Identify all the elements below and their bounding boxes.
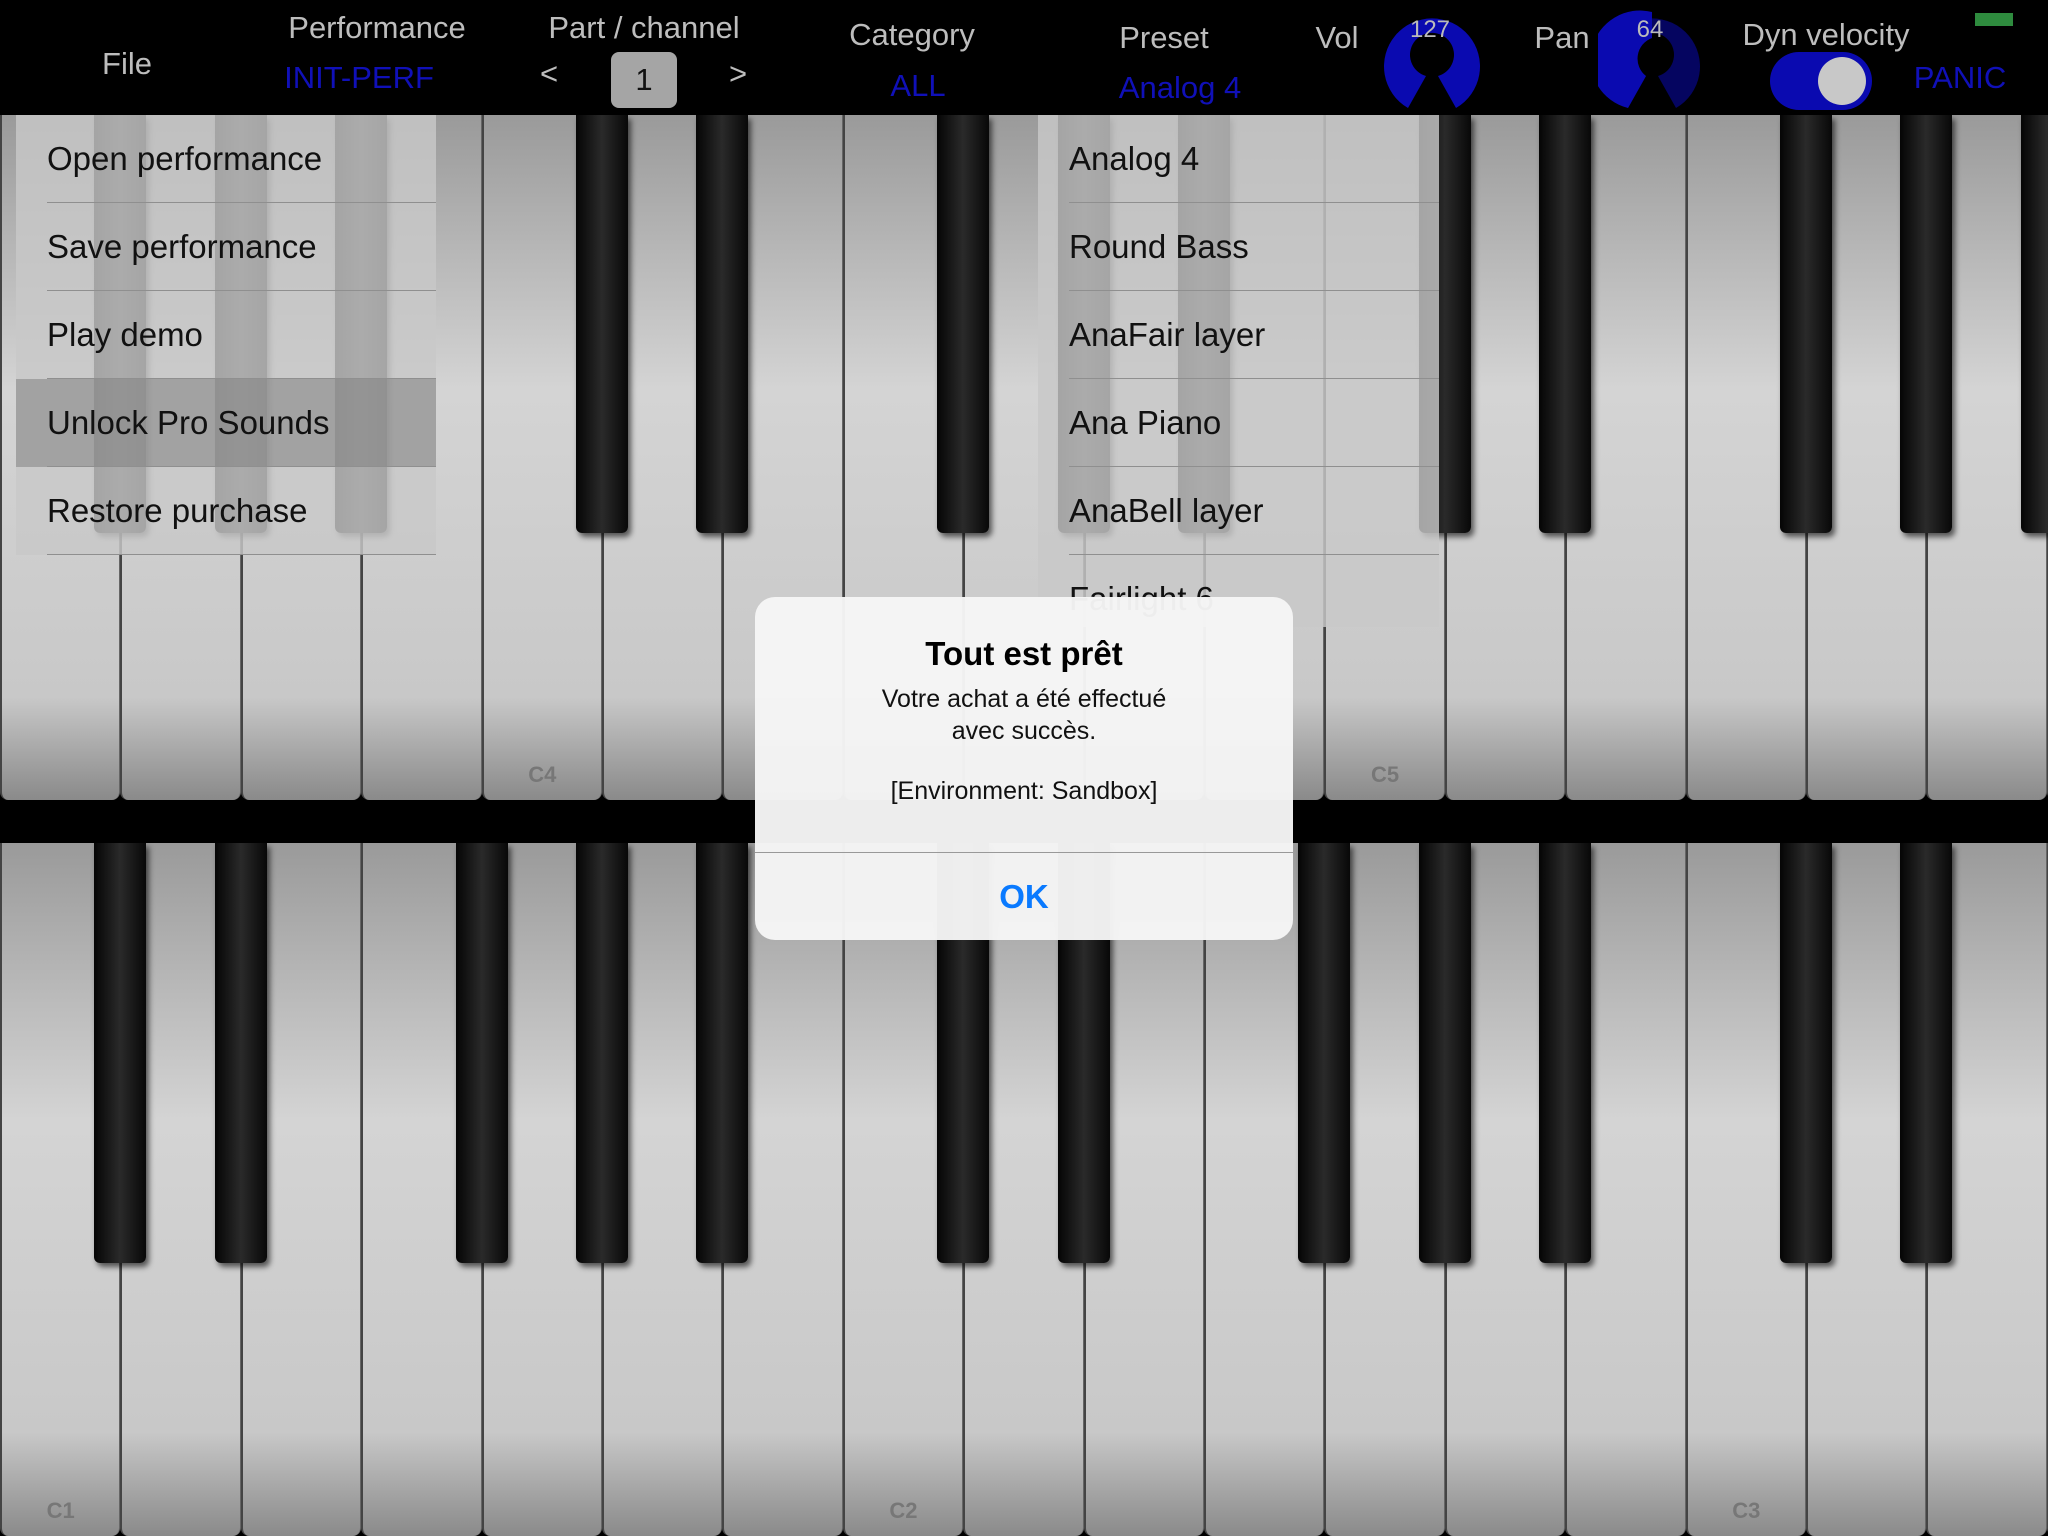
- dyn-velocity-toggle[interactable]: [1770, 52, 1872, 110]
- toggle-knob: [1818, 57, 1866, 105]
- preset-label: Preset: [1119, 20, 1209, 55]
- preset-item[interactable]: Ana Piano: [1038, 379, 1439, 467]
- menu-item-open-performance[interactable]: Open performance: [16, 115, 436, 203]
- menu-item-save-performance[interactable]: Save performance: [16, 203, 436, 291]
- ok-button[interactable]: OK: [755, 853, 1293, 940]
- black-key[interactable]: [214, 843, 267, 1263]
- panic-button[interactable]: PANIC: [1914, 60, 2006, 96]
- preset-item[interactable]: AnaBell layer: [1038, 467, 1439, 555]
- black-key[interactable]: [696, 115, 749, 533]
- dialog-message: Votre achat a été effectué avec succès.: [881, 685, 1167, 745]
- dyn-velocity-label: Dyn velocity: [1742, 17, 1910, 52]
- top-toolbar: File Performance INIT-PERF Part / channe…: [0, 0, 2048, 115]
- black-key[interactable]: [1900, 843, 1953, 1263]
- black-key[interactable]: [94, 843, 147, 1263]
- preset-list: Analog 4 Round Bass AnaFair layer Ana Pi…: [1038, 115, 1439, 627]
- file-menu-button[interactable]: File: [102, 46, 152, 82]
- vol-label: Vol: [1315, 20, 1359, 55]
- status-indicator: [1975, 13, 2013, 26]
- part-prev-button[interactable]: <: [540, 56, 558, 92]
- preset-value[interactable]: Analog 4: [1119, 70, 1241, 106]
- performance-value[interactable]: INIT-PERF: [284, 60, 434, 96]
- pan-label: Pan: [1534, 20, 1590, 55]
- key-label: C2: [889, 1498, 918, 1523]
- black-key[interactable]: [1298, 843, 1351, 1263]
- black-key[interactable]: [696, 843, 749, 1263]
- vol-value: 127: [1409, 16, 1451, 43]
- preset-item[interactable]: Round Bass: [1038, 203, 1439, 291]
- file-menu: Open performance Save performance Play d…: [16, 115, 436, 555]
- category-value[interactable]: ALL: [890, 68, 945, 104]
- black-key[interactable]: [576, 115, 628, 533]
- menu-item-play-demo[interactable]: Play demo: [16, 291, 436, 379]
- black-key[interactable]: [1900, 115, 1953, 533]
- black-key[interactable]: [937, 115, 990, 533]
- black-key[interactable]: [1780, 115, 1832, 533]
- black-key[interactable]: [1418, 843, 1471, 1263]
- dialog-title: Tout est prêt: [925, 635, 1123, 672]
- key-label: C4: [528, 762, 557, 787]
- preset-item[interactable]: Analog 4: [1038, 115, 1439, 203]
- purchase-alert-dialog: Tout est prêt Votre achat a été effectué…: [755, 597, 1293, 940]
- black-key[interactable]: [1539, 843, 1592, 1263]
- part-channel-label: Part / channel: [548, 10, 740, 45]
- part-next-button[interactable]: >: [729, 56, 747, 92]
- menu-item-unlock-pro-sounds[interactable]: Unlock Pro Sounds: [16, 379, 436, 467]
- black-key[interactable]: [1539, 115, 1592, 533]
- black-key[interactable]: [2020, 115, 2048, 533]
- dialog-environment: [Environment: Sandbox]: [890, 777, 1158, 805]
- menu-item-restore-purchase[interactable]: Restore purchase: [16, 467, 436, 555]
- key-label: C3: [1732, 1498, 1761, 1523]
- black-key[interactable]: [455, 843, 508, 1263]
- part-channel-value[interactable]: 1: [611, 52, 677, 108]
- pan-value: 64: [1636, 16, 1664, 43]
- lower-keyboard[interactable]: C1 C2 C3: [0, 843, 2048, 1536]
- performance-label: Performance: [288, 10, 466, 45]
- preset-item[interactable]: AnaFair layer: [1038, 291, 1439, 379]
- black-key[interactable]: [1780, 843, 1832, 1263]
- key-label: C5: [1371, 762, 1400, 787]
- category-label: Category: [849, 17, 975, 52]
- key-label: C1: [46, 1498, 75, 1523]
- black-key[interactable]: [576, 843, 628, 1263]
